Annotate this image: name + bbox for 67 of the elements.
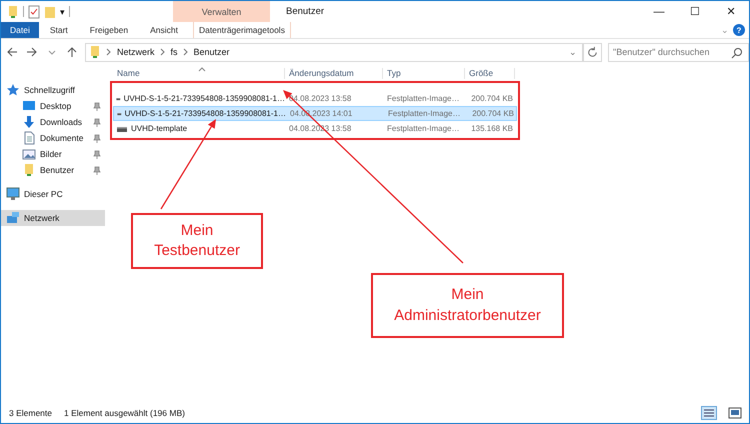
column-header[interactable]: Größe	[465, 68, 515, 78]
help-button[interactable]: ?	[733, 24, 745, 36]
column-header[interactable]: Änderungsdatum	[285, 68, 383, 78]
context-tab-group: Verwalten	[173, 1, 270, 22]
folder-icon	[7, 4, 19, 18]
file-size: 135.168 KB	[470, 122, 514, 134]
breadcrumb[interactable]: fs	[170, 47, 178, 57]
file-name: UVHD-S-1-5-21-733954808-1359908081-1…	[124, 108, 286, 120]
address-bar[interactable]: Netzwerk fs Benutzer ⌄	[85, 42, 584, 62]
file-menu-tab[interactable]: Datei	[1, 22, 39, 38]
breadcrumb[interactable]: Netzwerk	[117, 47, 155, 57]
item-count: 3 Elemente	[9, 408, 52, 418]
sidebar-item[interactable]: Dokumente	[1, 130, 105, 146]
file-type: Festplatten-Image…	[386, 122, 460, 134]
maximize-button[interactable]: ☐	[677, 1, 713, 22]
column-header[interactable]: Typ	[383, 68, 465, 78]
star-icon	[6, 83, 20, 97]
network-folder-icon	[89, 45, 101, 59]
dropdown-chevron[interactable]: ⌄	[564, 47, 582, 57]
ribbon-tab[interactable]: Datenträgerimagetools	[192, 22, 291, 38]
window-title: Benutzer	[285, 5, 324, 19]
ribbon-tab[interactable]: Start	[38, 22, 79, 38]
file-name: UVHD-S-1-5-21-733954808-1359908081-1…	[124, 92, 285, 104]
selection-info: 1 Element ausgewählt (196 MB)	[64, 408, 185, 418]
breadcrumb[interactable]: Benutzer	[194, 47, 230, 57]
download-arrow-icon	[22, 115, 36, 129]
file-size: 200.704 KB	[470, 92, 514, 104]
sidebar-item[interactable]: Dieser PC	[1, 186, 105, 202]
sidebar-item[interactable]: Downloads	[1, 114, 105, 130]
customize-caret[interactable]: ▾	[60, 6, 65, 16]
close-button[interactable]: ✕	[713, 1, 749, 22]
sidebar-item[interactable]: Benutzer	[1, 162, 105, 178]
checklist-icon	[28, 4, 40, 18]
picture-icon	[22, 147, 36, 161]
ribbon-tab[interactable]: Freigeben	[78, 22, 140, 38]
user-folder-icon	[22, 163, 36, 177]
callout-label: Mein Testbenutzer	[131, 213, 263, 269]
sidebar-item[interactable]: Schnellzugriff	[1, 82, 105, 98]
minimize-button[interactable]: —	[641, 1, 677, 22]
file-type: Festplatten-Image…	[386, 92, 460, 104]
computer-icon	[6, 187, 20, 201]
search-icon	[731, 46, 743, 58]
file-type: Festplatten-Image…	[387, 108, 462, 120]
column-header[interactable]: Name	[113, 68, 285, 78]
breadcrumb-chevron-icon	[182, 47, 190, 57]
sidebar-item[interactable]: Netzwerk	[1, 210, 105, 226]
drive-icon	[116, 124, 128, 132]
desktop-icon	[22, 99, 36, 113]
network-icon	[6, 211, 20, 225]
up-arrow-icon[interactable]	[65, 45, 79, 59]
forward-arrow-icon[interactable]	[25, 45, 39, 59]
search-field[interactable]: "Benutzer" durchsuchen	[608, 42, 749, 62]
back-arrow-icon[interactable]	[5, 45, 19, 59]
sidebar-item[interactable]: Desktop	[1, 98, 105, 114]
breadcrumb-chevron-icon	[105, 47, 113, 57]
sort-caret-icon	[198, 67, 206, 72]
ribbon-tab[interactable]: Ansicht	[139, 22, 189, 38]
sidebar-item[interactable]: Bilder	[1, 146, 105, 162]
refresh-icon	[583, 42, 602, 62]
folder-icon	[44, 4, 56, 18]
file-size: 200.704 KB	[471, 108, 515, 120]
large-icons-view-icon[interactable]	[727, 406, 743, 420]
callout-label: Mein Administratorbenutzer	[371, 273, 564, 338]
file-name: UVHD-template	[131, 122, 188, 134]
breadcrumb-chevron-icon	[158, 47, 167, 57]
document-icon	[22, 131, 36, 145]
details-view-icon[interactable]	[701, 406, 717, 420]
